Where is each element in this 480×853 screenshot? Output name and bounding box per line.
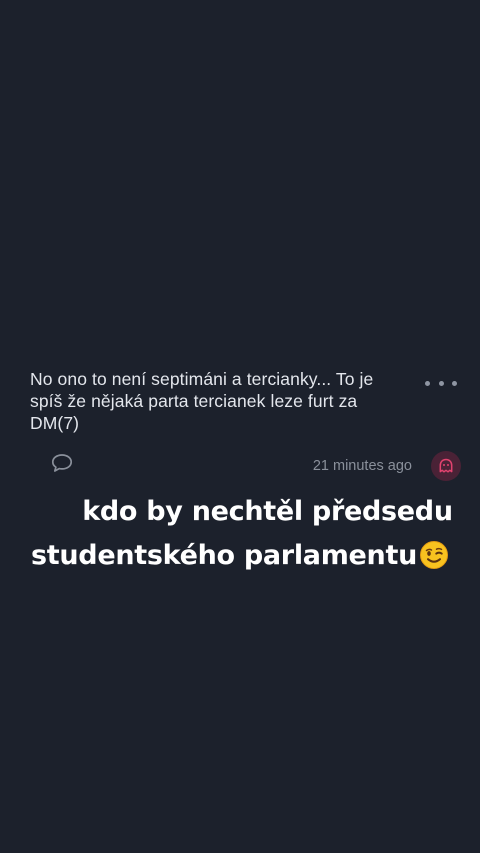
avatar[interactable]	[431, 451, 461, 481]
more-options-button[interactable]	[425, 375, 457, 391]
caption-line-2: studentského parlamentu	[0, 534, 480, 578]
ellipsis-icon-dot	[438, 380, 444, 386]
comment-timestamp: 21 minutes ago	[312, 458, 412, 474]
ghost-avatar-icon	[439, 458, 453, 473]
speech-bubble-icon	[51, 454, 73, 472]
winking-face-icon	[420, 541, 448, 569]
comment-text-line: spíš že nějaká parta tercianek leze furt…	[30, 391, 358, 411]
story-caption: kdo by nechtěl předsedu studentského par…	[0, 490, 480, 578]
ellipsis-icon-dot	[452, 380, 457, 386]
comment-text: No ono to není septimáni a tercianky... …	[30, 368, 400, 434]
caption-line-1: kdo by nechtěl předsedu	[82, 496, 453, 527]
ellipsis-icon-dot	[425, 380, 430, 386]
comment-text-line: DM(7)	[30, 413, 80, 433]
reply-button[interactable]	[50, 452, 74, 474]
caption-line-2-text: studentského parlamentu	[31, 540, 417, 571]
comment-text-line: No ono to není septimáni a tercianky... …	[30, 369, 374, 389]
comment-card: No ono to není septimáni a tercianky... …	[0, 355, 480, 485]
